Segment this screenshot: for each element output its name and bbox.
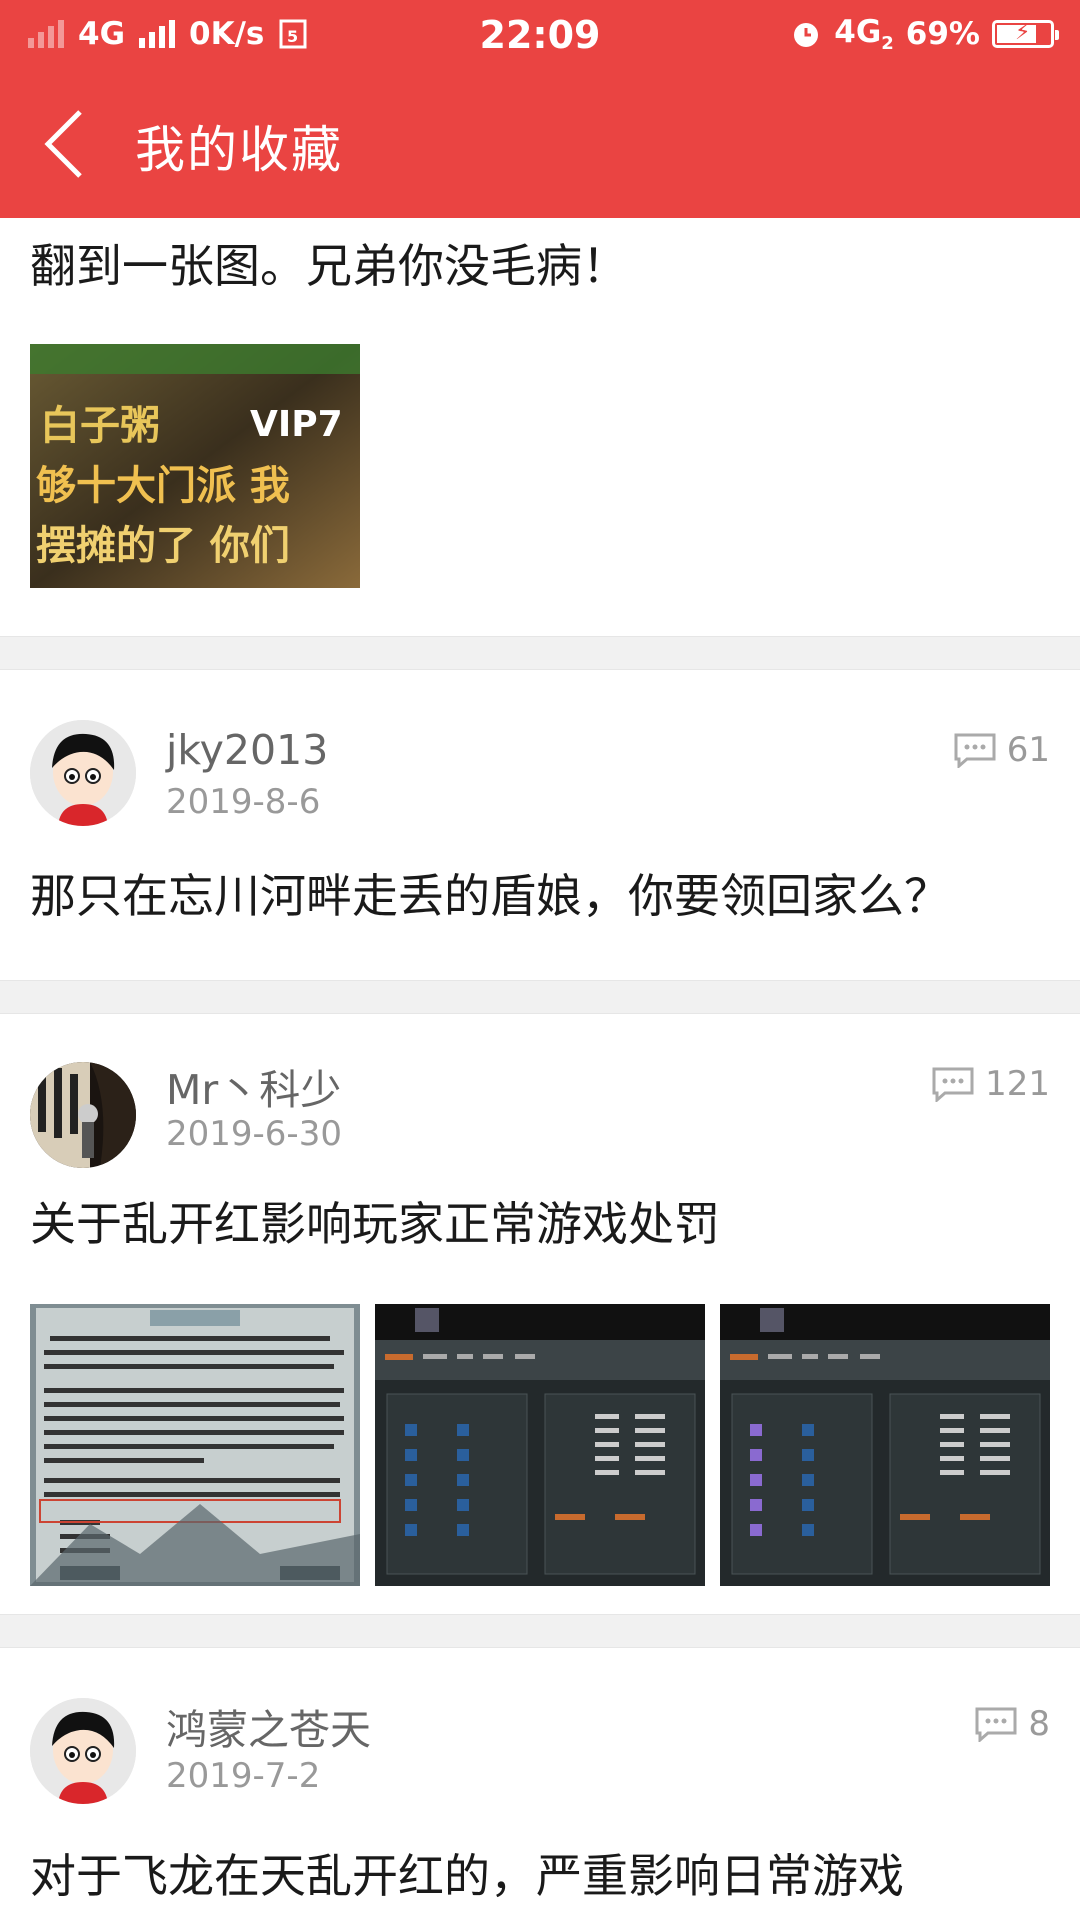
back-arrow-icon xyxy=(44,110,82,178)
page-title: 我的收藏 xyxy=(135,121,343,179)
svg-text:VIP7: VIP7 xyxy=(250,404,343,445)
post-image[interactable] xyxy=(720,1304,1050,1586)
comment-count[interactable]: 121 xyxy=(931,1064,1050,1104)
svg-text:够十大门派 我: 够十大门派 我 xyxy=(36,463,290,509)
app-bar: 我的收藏 xyxy=(0,70,1080,218)
status-bar: 4G 0K/s 5 22:09 4G2 69% ⚡ xyxy=(0,0,1080,70)
back-button[interactable] xyxy=(38,106,98,182)
comment-count-label: 8 xyxy=(1028,1704,1050,1744)
post-date: 2019-7-2 xyxy=(166,1756,321,1796)
author-name[interactable]: Mr丶科少 xyxy=(166,1056,341,1116)
avatar[interactable] xyxy=(30,1062,136,1168)
post-image[interactable] xyxy=(375,1304,705,1586)
network-type-right: 4G2 xyxy=(834,14,894,55)
divider xyxy=(0,980,1080,1014)
comment-count[interactable]: 61 xyxy=(953,730,1050,770)
comment-icon xyxy=(975,1707,1017,1742)
post-title[interactable]: 关于乱开红影响玩家正常游戏处罚 xyxy=(30,1188,720,1254)
post-image[interactable]: 白子粥 VIP7 够十大门派 我 摆摊的了 你们 xyxy=(30,344,360,588)
list-item[interactable]: jky2013 2019-8-6 61 那只在忘川河畔走丢的盾娘，你要领回家么？ xyxy=(0,670,1080,966)
status-right: 4G2 69% ⚡ xyxy=(790,14,1059,55)
post-date: 2019-8-6 xyxy=(166,782,321,822)
list-item[interactable]: 鸿蒙之苍天 2019-7-2 8 对于飞龙在天乱开红的，严重影响日常游戏 xyxy=(0,1648,1080,1920)
battery-icon: ⚡ xyxy=(992,20,1059,49)
avatar[interactable] xyxy=(30,1698,136,1804)
svg-text:白子粥: 白子粥 xyxy=(40,403,160,449)
comment-count[interactable]: 8 xyxy=(974,1704,1050,1744)
author-name[interactable]: jky2013 xyxy=(166,726,328,774)
battery-percent: 69% xyxy=(905,16,980,53)
post-image[interactable] xyxy=(30,1304,360,1586)
post-date: 2019-6-30 xyxy=(166,1114,342,1154)
comment-icon xyxy=(932,1067,974,1102)
svg-text:摆摊的了 你们: 摆摊的了 你们 xyxy=(36,523,290,569)
post-text: 翻到一张图。兄弟你没毛病！ xyxy=(30,239,628,293)
post-title[interactable]: 对于飞龙在天乱开红的，严重影响日常游戏 xyxy=(30,1840,904,1906)
comment-icon xyxy=(954,733,996,768)
post-title[interactable]: 那只在忘川河畔走丢的盾娘，你要领回家么？ xyxy=(30,860,950,926)
divider xyxy=(0,636,1080,670)
avatar[interactable] xyxy=(30,720,136,826)
author-name[interactable]: 鸿蒙之苍天 xyxy=(166,1696,371,1756)
alarm-icon xyxy=(794,23,819,48)
list-item[interactable]: 翻到一张图。兄弟你没毛病！ 白子粥 VIP7 够十大门派 我 摆摊的了 你们 xyxy=(0,218,1080,636)
comment-count-label: 121 xyxy=(985,1064,1050,1104)
comment-count-label: 61 xyxy=(1006,730,1050,770)
divider xyxy=(0,1614,1080,1648)
